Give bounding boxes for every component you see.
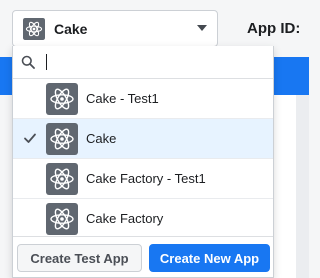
app-list-item-label: Cake Factory - Test1 (86, 171, 206, 186)
page-scroll-gutter (296, 95, 309, 278)
current-app-name: Cake (54, 20, 88, 37)
app-search-input[interactable] (43, 52, 243, 72)
dropdown-footer: Create Test App Create New App (13, 236, 273, 277)
atom-icon (46, 123, 78, 155)
atom-icon (46, 163, 78, 195)
app-list-item-label: Cake - Test1 (86, 91, 159, 106)
app-list-item-cake[interactable]: Cake (13, 119, 273, 159)
atom-icon (46, 83, 78, 115)
app-switcher-dropdown: Cake - Test1 Cake Cake Factory - Test1 C… (12, 46, 274, 278)
app-list-item-label: Cake (86, 131, 117, 146)
search-icon (21, 55, 35, 69)
atom-icon (46, 203, 78, 235)
app-id-label: App ID: (247, 20, 301, 37)
checkmark-icon (24, 133, 36, 143)
app-list-item-cake-factory[interactable]: Cake Factory (13, 199, 273, 239)
text-cursor (46, 54, 47, 70)
search-row (13, 46, 273, 79)
app-list: Cake - Test1 Cake Cake Factory - Test1 C… (13, 79, 273, 239)
app-list-item-cake-test1[interactable]: Cake - Test1 (13, 79, 273, 119)
create-test-app-button[interactable]: Create Test App (17, 244, 142, 272)
app-selector[interactable]: Cake (12, 10, 218, 47)
app-list-item-label: Cake Factory (86, 211, 164, 226)
app-list-item-cake-factory-test1[interactable]: Cake Factory - Test1 (13, 159, 273, 199)
atom-icon (23, 17, 45, 40)
caret-down-icon[interactable] (197, 25, 207, 31)
create-new-app-button[interactable]: Create New App (149, 244, 270, 272)
